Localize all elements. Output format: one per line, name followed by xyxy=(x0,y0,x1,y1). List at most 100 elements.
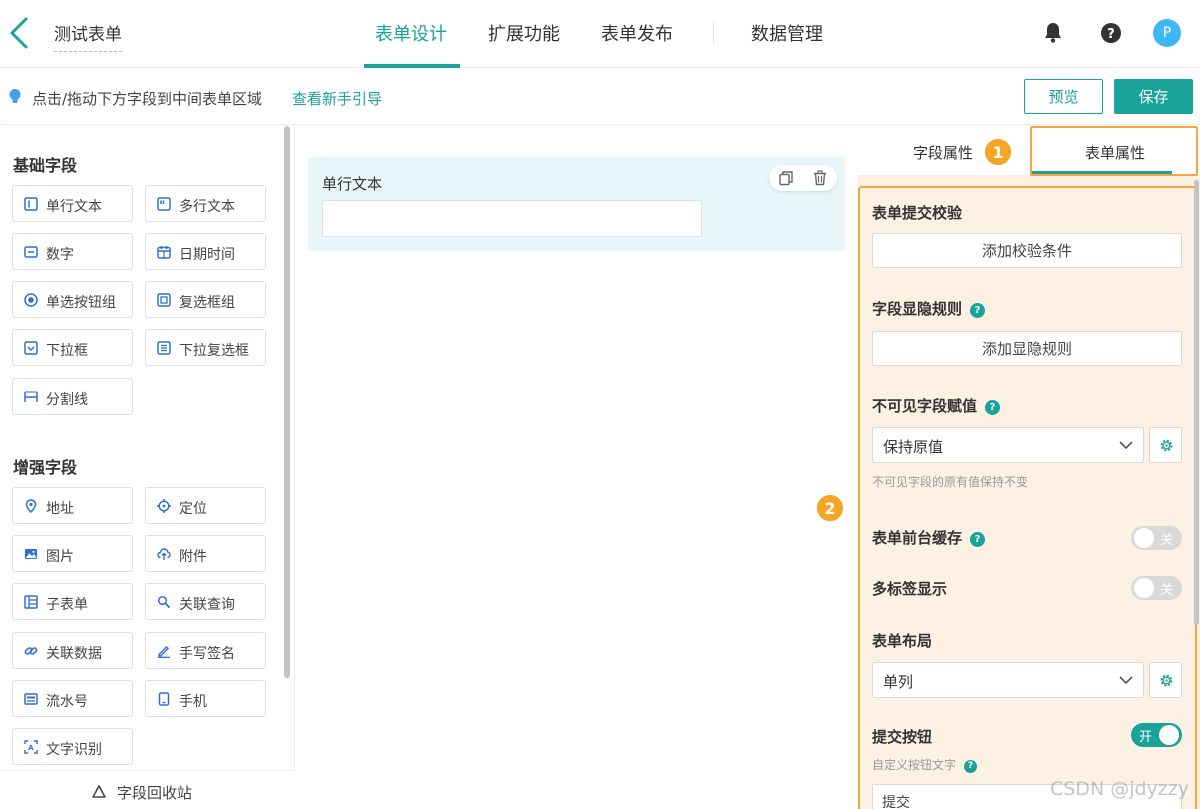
cache-toggle[interactable]: 关 xyxy=(1131,526,1182,550)
cloud-upload-icon xyxy=(157,548,171,560)
field-phone[interactable]: 手机 xyxy=(145,680,266,717)
guide-link[interactable]: 查看新手引导 xyxy=(292,88,382,109)
svg-text:A: A xyxy=(28,744,34,752)
field-label: 附件 xyxy=(179,549,207,565)
custom-text-description: 自定义按钮文字? xyxy=(872,756,978,773)
field-label: 关联数据 xyxy=(46,646,102,662)
properties-scrollbar[interactable] xyxy=(1194,180,1199,625)
back-arrow-icon[interactable] xyxy=(6,16,34,50)
submit-button-toggle[interactable]: 开 xyxy=(1131,723,1182,747)
field-signature[interactable]: 手写签名 xyxy=(145,632,266,669)
field-address[interactable]: 地址 xyxy=(12,487,133,524)
tab-publish[interactable]: 表单发布 xyxy=(601,20,673,46)
help-icon[interactable]: ? xyxy=(985,400,1001,415)
tab-form-properties-label: 表单属性 xyxy=(1085,144,1146,162)
top-bar: 测试表单 表单设计 扩展功能 表单发布 数据管理 ? P xyxy=(0,0,1200,68)
dropdown-icon xyxy=(24,341,38,355)
basic-fields-title: 基础字段 xyxy=(13,156,78,175)
submit-button-title: 提交按钮 xyxy=(872,728,933,746)
field-image[interactable]: 图片 xyxy=(12,535,133,572)
field-attachment[interactable]: 附件 xyxy=(145,535,266,572)
help-icon[interactable]: ? xyxy=(1098,20,1124,46)
multitab-toggle[interactable]: 关 xyxy=(1131,576,1182,600)
field-datetime[interactable]: 日期时间 xyxy=(145,233,266,270)
image-icon xyxy=(25,549,37,559)
ocr-scan-icon: A xyxy=(24,740,38,754)
tab-field-properties[interactable]: 字段属性 xyxy=(913,142,973,163)
field-label: 手写签名 xyxy=(179,646,235,662)
enhanced-fields-title: 增强字段 xyxy=(13,458,78,477)
field-serial-number[interactable]: 流水号 xyxy=(12,680,133,717)
subform-icon xyxy=(24,595,38,609)
tab-divider xyxy=(713,22,714,44)
checkbox-icon xyxy=(157,293,171,307)
active-rtab-underline xyxy=(1032,171,1172,174)
field-label: 下拉框 xyxy=(46,343,88,359)
field-label: 子表单 xyxy=(46,597,88,613)
field-label: 定位 xyxy=(179,501,207,517)
invisible-assign-settings-button[interactable] xyxy=(1149,427,1182,463)
invisible-assign-title: 不可见字段赋值? xyxy=(872,395,1001,416)
cache-title: 表单前台缓存? xyxy=(872,527,986,548)
submit-text-value: 提交 xyxy=(882,795,910,809)
cache-label: 表单前台缓存 xyxy=(872,529,963,547)
layout-select[interactable]: 单列 xyxy=(872,662,1144,698)
preview-button[interactable]: 预览 xyxy=(1024,79,1103,114)
field-related-query[interactable]: 关联查询 xyxy=(145,583,266,620)
left-scrollbar[interactable] xyxy=(284,126,290,678)
field-ocr[interactable]: A 文字识别 xyxy=(12,728,133,765)
toggle-knob xyxy=(1134,528,1154,548)
avatar[interactable]: P xyxy=(1153,19,1181,47)
field-checkbox-group[interactable]: 复选框组 xyxy=(145,281,266,318)
field-label: 关联查询 xyxy=(179,597,235,613)
toggle-label: 开 xyxy=(1139,730,1153,745)
recycle-icon xyxy=(92,784,106,798)
pen-icon xyxy=(158,646,170,658)
tab-extensions[interactable]: 扩展功能 xyxy=(488,20,560,46)
select-value: 保持原值 xyxy=(883,438,944,456)
trash-icon[interactable] xyxy=(812,170,828,186)
field-subform[interactable]: 子表单 xyxy=(12,583,133,620)
tab-data-management[interactable]: 数据管理 xyxy=(751,20,823,46)
field-single-line-text[interactable]: 单行文本 xyxy=(12,185,133,222)
map-pin-icon xyxy=(25,499,37,513)
canvas-field-label: 单行文本 xyxy=(322,175,383,193)
field-related-data[interactable]: 关联数据 xyxy=(12,632,133,669)
invisible-assign-label: 不可见字段赋值 xyxy=(872,397,978,415)
invisible-assign-select[interactable]: 保持原值 xyxy=(872,427,1144,463)
hint-bar: 点击/拖动下方字段到中间表单区域 查看新手引导 预览 保存 xyxy=(0,69,1200,125)
toggle-label: 关 xyxy=(1159,583,1173,598)
field-label: 单选按钮组 xyxy=(46,295,116,311)
layout-settings-button[interactable] xyxy=(1149,662,1182,698)
field-dropdown[interactable]: 下拉框 xyxy=(12,329,133,366)
help-icon[interactable]: ? xyxy=(964,760,978,773)
field-label: 图片 xyxy=(46,549,74,565)
form-title[interactable]: 测试表单 xyxy=(54,20,122,52)
invisible-assign-description: 不可见字段的原有值保持不变 xyxy=(872,475,1029,489)
field-divider[interactable]: 分割线 xyxy=(12,378,133,415)
bell-icon[interactable] xyxy=(1040,20,1066,46)
highlighted-properties-region xyxy=(858,186,1197,809)
help-icon[interactable]: ? xyxy=(970,532,986,547)
toggle-knob xyxy=(1159,725,1179,745)
tab-form-design[interactable]: 表单设计 xyxy=(375,20,447,46)
calendar-icon xyxy=(157,246,171,259)
field-recycle-bin[interactable]: 字段回收站 xyxy=(0,770,295,809)
chevron-down-icon xyxy=(1119,441,1133,450)
textarea-icon xyxy=(157,197,171,211)
field-location[interactable]: 定位 xyxy=(145,487,266,524)
help-icon[interactable]: ? xyxy=(970,303,986,318)
field-radio-group[interactable]: 单选按钮组 xyxy=(12,281,133,318)
field-label: 文字识别 xyxy=(46,742,102,758)
field-multi-line-text[interactable]: 多行文本 xyxy=(145,185,266,222)
add-visibility-rule-button[interactable]: 添加显隐规则 xyxy=(872,331,1182,366)
field-number[interactable]: 数字 xyxy=(12,233,133,270)
copy-icon[interactable] xyxy=(778,170,794,186)
field-label: 下拉复选框 xyxy=(179,343,249,359)
field-label: 手机 xyxy=(179,694,207,710)
add-validation-button[interactable]: 添加校验条件 xyxy=(872,233,1182,268)
field-multi-dropdown[interactable]: 下拉复选框 xyxy=(145,329,266,366)
field-label: 数字 xyxy=(46,247,74,263)
save-button[interactable]: 保存 xyxy=(1114,79,1193,114)
canvas-text-input[interactable] xyxy=(322,200,702,237)
